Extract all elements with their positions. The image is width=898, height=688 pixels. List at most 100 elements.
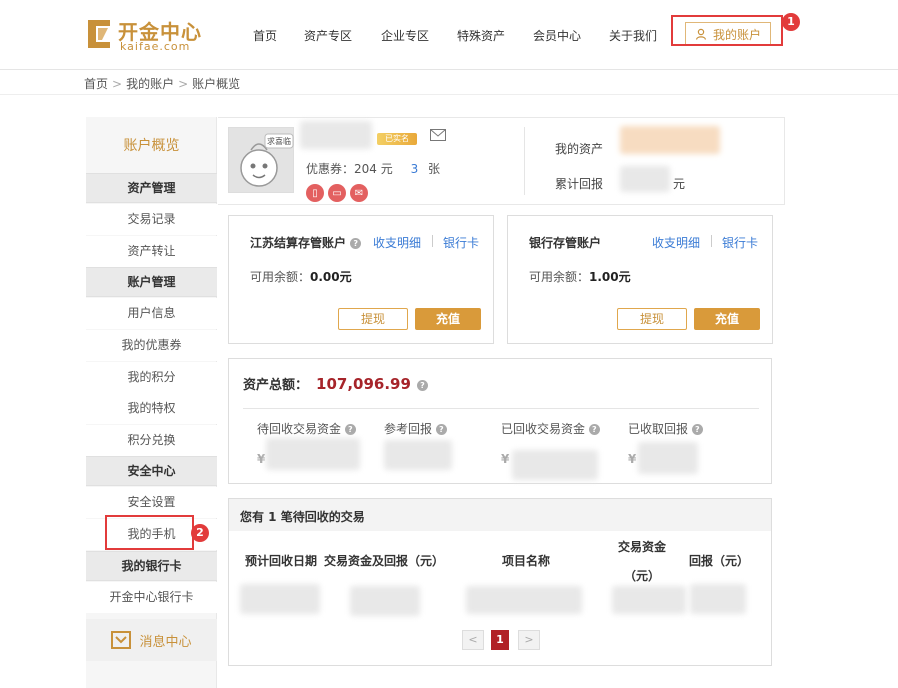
highlight-box-account [671, 15, 783, 46]
link-divider [711, 235, 712, 247]
site-logo[interactable]: 开金中心 kaifae.com [84, 16, 214, 56]
help-icon[interactable]: ? [344, 424, 356, 435]
help-icon[interactable]: ? [588, 424, 600, 435]
sidebar-section-bank-cards: 我的银行卡 [86, 551, 217, 581]
available-balance: 可用余额：1.00元 [529, 268, 631, 285]
metric-recovered-funds: 已回收交易资金 ? [501, 420, 600, 437]
account-title-text: 江苏结算存管账户 [250, 236, 347, 250]
bank-card-link[interactable]: 银行卡 [722, 234, 758, 251]
metric-label: 待回收交易资金 [257, 422, 342, 436]
metric-value-redacted [384, 440, 452, 470]
metric-label: 已回收交易资金 [501, 422, 586, 436]
help-icon[interactable]: ? [691, 424, 703, 435]
sidebar-item-security-settings[interactable]: 安全设置 [86, 487, 217, 518]
verified-badge: 已实名 [377, 133, 417, 145]
trade-row-redacted [690, 584, 746, 614]
breadcrumb-home[interactable]: 首页 [84, 77, 108, 91]
metric-expected-return: 参考回报 ? [384, 420, 447, 437]
account-title: 江苏结算存管账户 ? [250, 234, 362, 251]
account-title: 银行存管账户 [529, 236, 602, 250]
cumulative-return-label: 累计回报 [555, 177, 604, 191]
metric-value-redacted [638, 442, 698, 474]
highlight-box-my-phone [105, 515, 194, 550]
help-icon[interactable]: ? [435, 424, 447, 435]
phone-verified-icon[interactable]: ▯ [306, 184, 324, 202]
sidebar: 账户概览 资产管理 交易记录 资产转让 账户管理 用户信息 我的优惠券 我的积分… [86, 117, 217, 688]
avatar-caption: 求喜临 [267, 137, 291, 146]
available-value: 0.00元 [310, 270, 352, 284]
my-assets-value-redacted [620, 126, 720, 154]
metric-value-redacted [266, 438, 360, 470]
trade-row-redacted [612, 586, 686, 614]
sidebar-item-user-info[interactable]: 用户信息 [86, 298, 217, 329]
assets-total-value: 107,096.99 [316, 375, 411, 393]
coupon-label: 优惠券：204 元 [306, 162, 393, 176]
cumulative-return-redacted [620, 166, 670, 192]
breadcrumb-account[interactable]: 我的账户 [126, 77, 174, 91]
nav-assets[interactable]: 资产专区 [304, 27, 352, 44]
sidebar-title[interactable]: 账户概览 [86, 135, 217, 155]
breadcrumb-separator-icon: > [112, 77, 123, 91]
column-expected-date: 预计回收日期 [245, 554, 318, 568]
metric-pending-funds: 待回收交易资金 ? [257, 420, 356, 437]
logo-domain: kaifae.com [120, 40, 191, 53]
available-label: 可用余额： [250, 270, 311, 284]
pagination-page-1[interactable]: 1 [491, 630, 509, 650]
currency-symbol: ¥ [628, 452, 637, 466]
sidebar-item-my-coupons[interactable]: 我的优惠券 [86, 330, 217, 361]
nav-home[interactable]: 首页 [253, 27, 277, 44]
profile-divider [524, 127, 525, 195]
statement-link[interactable]: 收支明细 [373, 234, 421, 251]
pagination-prev[interactable]: < [462, 630, 484, 650]
column-funds-and-return: 交易资金及回报（元） [324, 554, 445, 568]
message-center-button[interactable]: 消息中心 [86, 619, 217, 661]
currency-symbol: ¥ [501, 452, 510, 466]
sidebar-item-my-points[interactable]: 我的积分 [86, 362, 217, 393]
logo-mark-icon [88, 20, 110, 48]
available-value: 1.00元 [589, 270, 631, 284]
card-verified-icon[interactable]: ▭ [328, 184, 346, 202]
sidebar-section-security: 安全中心 [86, 456, 217, 486]
settlement-account-card: 江苏结算存管账户 ? 收支明细 银行卡 可用余额：0.00元 提现 充值 [228, 215, 494, 344]
bank-custody-account-card: 银行存管账户 收支明细 银行卡 可用余额：1.00元 提现 充值 [507, 215, 773, 344]
column-trade-funds-unit: （元） [624, 569, 661, 583]
coupon-count[interactable]: 3 [411, 162, 419, 176]
bank-card-link[interactable]: 银行卡 [443, 234, 479, 251]
sidebar-item-trade-records[interactable]: 交易记录 [86, 204, 217, 235]
message-icon [111, 631, 132, 649]
breadcrumb-divider [0, 94, 898, 95]
sidebar-item-points-exchange[interactable]: 积分兑换 [86, 425, 217, 456]
pending-trades-title: 您有 1 笔待回收的交易 [240, 510, 365, 524]
coupon-unit: 张 [428, 162, 441, 176]
trade-row-redacted [240, 584, 320, 614]
sidebar-item-asset-transfer[interactable]: 资产转让 [86, 236, 217, 267]
nav-special-assets[interactable]: 特殊资产 [457, 27, 505, 44]
help-icon[interactable]: ? [350, 238, 362, 249]
email-verified-icon[interactable]: ✉ [350, 184, 368, 202]
pagination-next[interactable]: > [518, 630, 540, 650]
withdraw-button[interactable]: 提现 [617, 308, 687, 330]
sidebar-item-my-privileges[interactable]: 我的特权 [86, 393, 217, 424]
nav-member-center[interactable]: 会员中心 [533, 27, 581, 44]
statement-link[interactable]: 收支明细 [652, 234, 700, 251]
breadcrumb-current: 账户概览 [192, 77, 241, 91]
metric-received-return: 已收取回报 ? [628, 420, 703, 437]
mail-icon[interactable] [430, 129, 446, 141]
annotation-badge-2: 2 [191, 524, 209, 542]
sidebar-item-bank-card[interactable]: 开金中心银行卡 [86, 582, 217, 613]
withdraw-button[interactable]: 提现 [338, 308, 408, 330]
trade-row-redacted [350, 586, 420, 616]
trade-row-redacted [466, 586, 582, 614]
metric-value-redacted [512, 450, 598, 480]
assets-divider [243, 408, 759, 409]
coupon-summary: 优惠券：204 元 3 张 [306, 160, 440, 177]
nav-enterprise[interactable]: 企业专区 [381, 27, 429, 44]
deposit-button[interactable]: 充值 [694, 308, 760, 330]
sidebar-section-account-management: 账户管理 [86, 267, 217, 297]
available-label: 可用余额： [529, 270, 590, 284]
nav-about[interactable]: 关于我们 [609, 27, 657, 44]
assets-total: 资产总额： 107,096.99? [243, 374, 428, 393]
deposit-button[interactable]: 充值 [415, 308, 481, 330]
help-icon[interactable]: ? [416, 380, 428, 391]
avatar[interactable]: 求喜临 [228, 127, 294, 193]
